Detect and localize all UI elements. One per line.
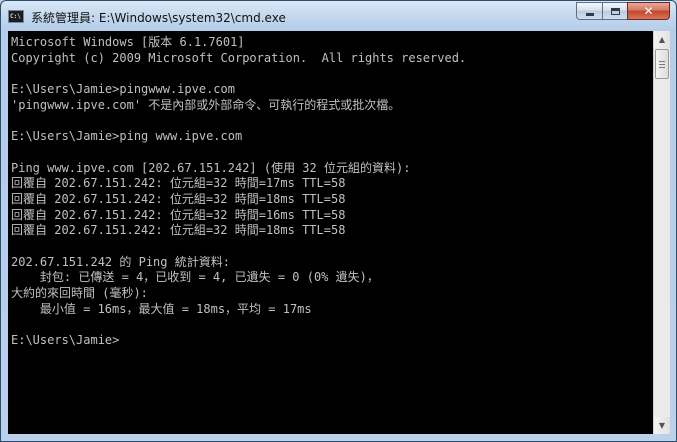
console-line: 'pingwww.ipve.com' 不是內部或外部命令、可執行的程式或批次檔。	[11, 97, 401, 112]
console-text: Microsoft Windows [版本 6.1.7601] Copyright…	[11, 35, 651, 349]
console-line: 最小值 = 16ms，最大值 = 18ms，平均 = 17ms	[11, 301, 312, 316]
console-line: 回覆自 202.67.151.242: 位元組=32 時間=17ms TTL=5…	[11, 176, 346, 191]
console-line: 回覆自 202.67.151.242: 位元組=32 時間=16ms TTL=5…	[11, 207, 346, 222]
scroll-thumb-grip	[659, 61, 665, 62]
console-line: 回覆自 202.67.151.242: 位元組=32 時間=18ms TTL=5…	[11, 223, 346, 238]
window-title: 系統管理員: E:\Windows\system32\cmd.exe	[31, 11, 286, 25]
scroll-thumb[interactable]	[655, 49, 669, 79]
console-line: E:\Users\Jamie>ping www.ipve.com	[11, 129, 243, 144]
scroll-down-arrow-icon[interactable]: ▼	[654, 417, 670, 434]
console-line: Copyright (c) 2009 Microsoft Corporation…	[11, 50, 467, 65]
close-button[interactable]: ✕	[627, 2, 670, 20]
console-output[interactable]: Microsoft Windows [版本 6.1.7601] Copyright…	[8, 31, 653, 434]
console-line: 202.67.151.242 的 Ping 統計資料:	[11, 254, 230, 269]
console-line: 大約的來回時間 (毫秒):	[11, 286, 148, 300]
minimize-icon	[585, 13, 594, 16]
console-line: 封包: 已傳送 = 4，已收到 = 4, 已遺失 = 0 (0% 遺失)，	[11, 270, 379, 285]
console-line: Ping www.ipve.com [202.67.151.242] (使用 3…	[11, 160, 411, 175]
console-line: Microsoft Windows [版本 6.1.7601]	[11, 35, 245, 49]
title-bar[interactable]: C:\ 系統管理員: E:\Windows\system32\cmd.exe ✕	[1, 1, 676, 31]
close-icon: ✕	[643, 4, 654, 18]
cmd-icon[interactable]: C:\	[8, 10, 24, 23]
vertical-scrollbar[interactable]: ▲ ▼	[653, 31, 670, 434]
cmd-window: C:\ 系統管理員: E:\Windows\system32\cmd.exe ✕…	[0, 0, 677, 442]
console-prompt: E:\Users\Jamie>	[11, 333, 120, 348]
caption-buttons: ✕	[576, 2, 670, 21]
minimize-button[interactable]	[576, 2, 602, 20]
maximize-button[interactable]	[602, 2, 627, 20]
console-line: E:\Users\Jamie>pingwww.ipve.com	[11, 82, 235, 97]
console-line: 回覆自 202.67.151.242: 位元組=32 時間=18ms TTL=5…	[11, 191, 346, 206]
scroll-thumb-grip	[659, 67, 665, 68]
scroll-thumb-grip	[659, 64, 665, 65]
scroll-up-arrow-icon[interactable]: ▲	[654, 31, 670, 48]
maximize-icon	[610, 7, 620, 15]
